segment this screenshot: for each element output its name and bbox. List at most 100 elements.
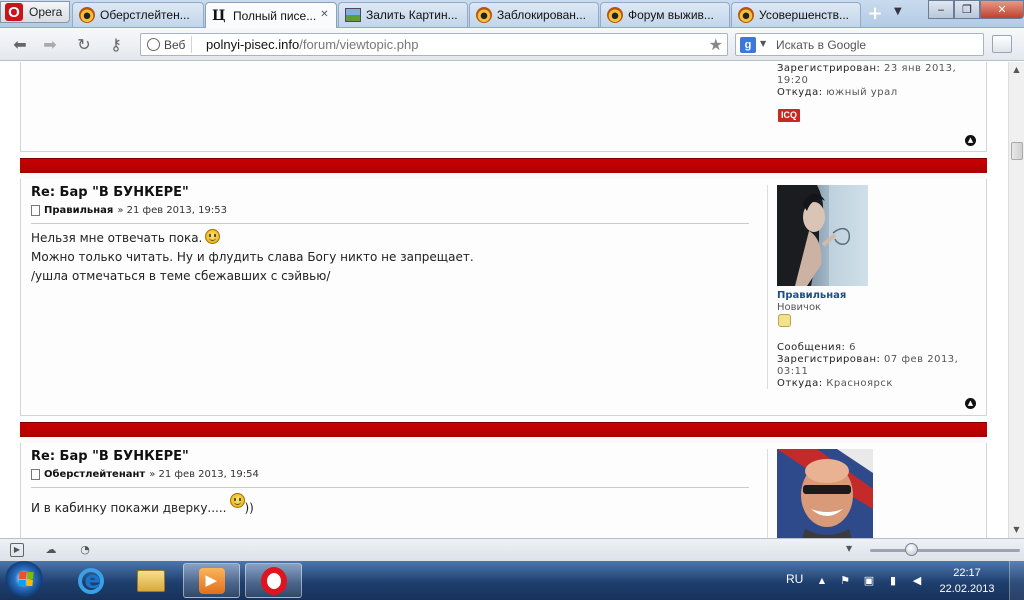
network-signal-icon[interactable]: ▮	[886, 574, 900, 588]
forward-arrow-icon[interactable]: ➡	[40, 35, 60, 55]
scroll-thumb[interactable]	[1011, 142, 1023, 160]
post-icon[interactable]	[31, 205, 40, 216]
tab-blocked[interactable]: Заблокирован...	[469, 2, 599, 27]
eye-favicon-icon	[607, 7, 623, 23]
page-scrollbar[interactable]: ▲ ▼	[1008, 62, 1024, 538]
volume-icon[interactable]: ◀	[910, 574, 924, 588]
new-tab-button[interactable]: +	[862, 4, 888, 24]
minimize-button[interactable]: ‒	[928, 0, 954, 19]
taskbar-explorer[interactable]	[122, 563, 179, 598]
tab-title: Оберстлейтен...	[100, 8, 190, 22]
post-separator	[31, 223, 749, 224]
post-oberstleitenant: Re: Бар "В БУНКЕРЕ" Оберстлейтенант » 21…	[20, 443, 987, 538]
post-date: » 21 фев 2013, 19:53	[117, 205, 227, 216]
back-to-top-icon[interactable]: ▲	[965, 398, 976, 409]
show-desktop-button[interactable]	[1009, 561, 1024, 600]
web-badge[interactable]: Веб	[143, 36, 193, 53]
zoom-slider-thumb[interactable]	[905, 543, 918, 556]
close-window-button[interactable]: ✕	[980, 0, 1024, 19]
avatar-oberstleitenant-icon	[777, 449, 873, 538]
device-icon[interactable]: ▣	[862, 574, 876, 588]
back-to-top-icon[interactable]: ▲	[965, 135, 976, 146]
post-header-bar	[20, 158, 987, 179]
profile-location: Откуда: Красноярск	[777, 378, 893, 389]
tab-title: Заблокирован...	[497, 8, 586, 22]
url-text[interactable]: polnyi-pisec.info/forum/viewtopic.php	[206, 37, 418, 52]
opera-menu-label: Opera	[29, 5, 63, 19]
media-player-icon	[198, 567, 225, 594]
zoom-chevron-icon[interactable]: ▼	[846, 544, 852, 553]
panel-toggle-icon[interactable]: ▶	[10, 543, 24, 557]
address-toolbar: ⬅ ➡ ↻ ⚷ Веб polnyi-pisec.info/forum/view…	[0, 28, 1024, 61]
key-icon[interactable]: ⚷	[106, 35, 126, 55]
tab-bar: O Opera Оберстлейтен... Ц Полный писе...…	[0, 0, 1024, 28]
post-icon[interactable]	[31, 469, 40, 480]
opera-menu-button[interactable]: O Opera	[0, 1, 70, 23]
cloud-sync-icon[interactable]: ☁	[44, 543, 58, 557]
tab-survival-forum[interactable]: Форум выжив...	[600, 2, 730, 27]
tab-list-chevron-icon[interactable]: ▼	[894, 6, 902, 17]
prev-registered: Зарегистрирован: 23 янв 2013, 19:20	[777, 63, 957, 86]
taskbar-opera[interactable]	[245, 563, 302, 598]
post-body: Нельзя мне отвечать пока. Можно только ч…	[31, 229, 474, 283]
maximize-button[interactable]: ❐	[954, 0, 980, 19]
avatar[interactable]	[777, 449, 873, 538]
folder-icon	[136, 569, 165, 592]
post-date: » 21 фев 2013, 19:54	[149, 469, 259, 480]
clock-date: 22.02.2013	[939, 583, 995, 595]
smile-emoji-icon	[205, 229, 221, 244]
scroll-up-arrow-icon[interactable]: ▲	[1009, 62, 1024, 78]
tab-upload-image[interactable]: Залить Картин...	[338, 2, 468, 27]
post-meta: Правильная » 21 фев 2013, 19:53	[31, 205, 227, 216]
eye-favicon-icon	[738, 7, 754, 23]
eye-favicon-icon	[79, 7, 95, 23]
back-arrow-icon[interactable]: ⬅	[10, 35, 30, 55]
close-tab-icon[interactable]: ✕	[318, 8, 331, 21]
web-badge-label: Веб	[164, 37, 186, 52]
p-favicon-icon: Ц	[212, 7, 226, 24]
icq-icon[interactable]: ICQ	[778, 109, 800, 122]
turbo-speedometer-icon[interactable]: ◔	[78, 543, 92, 557]
tab-oberstleitenant[interactable]: Оберстлейтен...	[72, 2, 204, 27]
post-title[interactable]: Re: Бар "В БУНКЕРЕ"	[31, 185, 189, 200]
post-author[interactable]: Правильная	[44, 205, 113, 216]
avatar-pravilnaya-icon	[777, 185, 868, 286]
avatar[interactable]	[777, 185, 868, 286]
tab-polnyi-pisec[interactable]: Ц Полный писе... ✕	[205, 2, 337, 28]
scroll-down-arrow-icon[interactable]: ▼	[1009, 522, 1024, 538]
sidebar-toggle-button[interactable]	[992, 35, 1012, 53]
bookmark-star-icon[interactable]: ★	[709, 35, 723, 54]
search-field[interactable]: g ▼ Искать в Google	[735, 33, 984, 56]
tab-improvement[interactable]: Усовершенств...	[731, 2, 861, 27]
tray-expand-icon[interactable]: ▲	[815, 574, 829, 588]
prev-location: Откуда: южный урал	[777, 87, 898, 98]
previous-post: Зарегистрирован: 23 янв 2013, 19:20 Отку…	[20, 62, 987, 152]
profile-username[interactable]: Правильная	[777, 290, 846, 301]
google-icon[interactable]: g	[740, 37, 756, 53]
internet-explorer-icon	[77, 566, 104, 594]
search-placeholder: Искать в Google	[776, 38, 867, 52]
eye-favicon-icon	[476, 7, 492, 23]
profile-posts: Сообщения: 6	[777, 342, 856, 353]
post-author[interactable]: Оберстлейтенант	[44, 469, 145, 480]
start-button[interactable]	[4, 561, 44, 600]
search-engine-chevron-icon[interactable]: ▼	[760, 39, 766, 48]
globe-icon	[147, 38, 160, 51]
tab-title: Полный писе...	[233, 8, 317, 23]
tab-title: Усовершенств...	[759, 8, 850, 22]
taskbar-internet-explorer[interactable]	[62, 563, 119, 598]
taskbar-media-player[interactable]	[183, 563, 240, 598]
grin-emoji-icon	[229, 493, 245, 508]
window-controls: ‒ ❐ ✕	[928, 0, 1024, 20]
tab-title: Форум выжив...	[628, 8, 714, 22]
post-title[interactable]: Re: Бар "В БУНКЕРЕ"	[31, 449, 189, 464]
action-center-flag-icon[interactable]: ⚑	[838, 574, 852, 588]
address-field[interactable]: Веб polnyi-pisec.info/forum/viewtopic.ph…	[140, 33, 728, 56]
windows-logo-icon	[18, 572, 34, 586]
url-domain: polnyi-pisec.info	[206, 37, 300, 52]
url-path: /forum/viewtopic.php	[299, 37, 419, 52]
language-indicator[interactable]: RU	[786, 572, 803, 586]
reload-icon[interactable]: ↻	[74, 35, 94, 55]
clock[interactable]: 22:17 22.02.2013	[936, 565, 998, 597]
zoom-slider[interactable]	[870, 549, 1020, 552]
